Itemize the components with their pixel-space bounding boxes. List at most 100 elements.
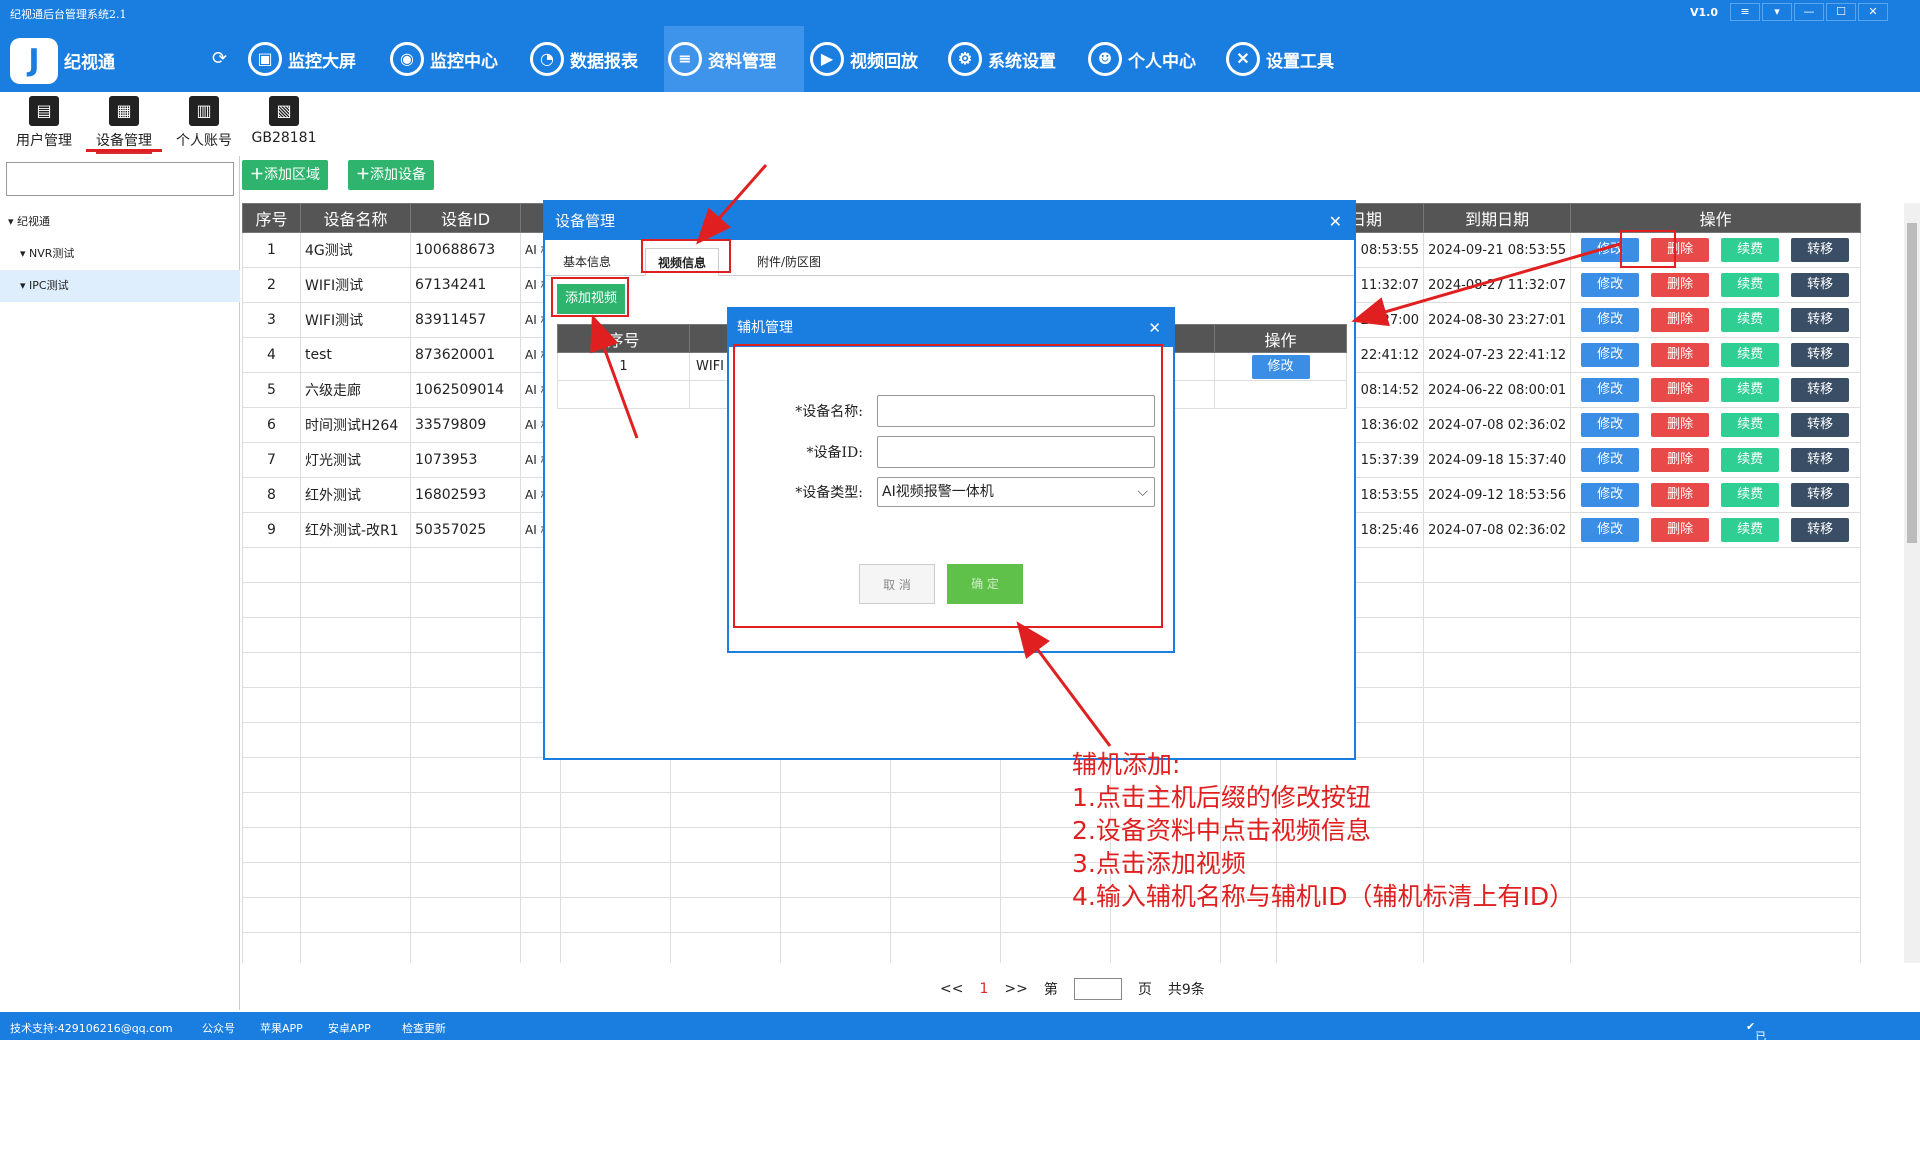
apple-app-link[interactable]: 苹果APP bbox=[260, 1020, 303, 1036]
pie-chart-icon: ◔ bbox=[530, 42, 564, 76]
user-management-icon: ▤ bbox=[29, 96, 59, 126]
app-name: 纪视通 bbox=[64, 53, 115, 73]
edit-button[interactable]: 修改 bbox=[1581, 343, 1640, 367]
transfer-button[interactable]: 转移 bbox=[1791, 273, 1850, 297]
minimize-button[interactable]: — bbox=[1794, 3, 1824, 21]
transfer-button[interactable]: 转移 bbox=[1791, 343, 1850, 367]
nav-video-playback[interactable]: ▶ 视频回放 bbox=[806, 26, 922, 92]
renew-button[interactable]: 续费 bbox=[1721, 448, 1780, 472]
tab-basic-info[interactable]: 基本信息 bbox=[551, 248, 623, 276]
delete-button[interactable]: 删除 bbox=[1651, 343, 1710, 367]
tab-personal-account[interactable]: ▥ 个人账号 bbox=[164, 92, 244, 156]
tab-user-management[interactable]: ▤ 用户管理 bbox=[4, 92, 84, 156]
maximize-button[interactable]: ☐ bbox=[1826, 3, 1856, 21]
cell-empty bbox=[780, 792, 891, 828]
transfer-button[interactable]: 转移 bbox=[1791, 378, 1850, 402]
cell-empty bbox=[300, 722, 411, 758]
cell-empty bbox=[242, 687, 301, 723]
wechat-link[interactable]: 公众号 bbox=[202, 1020, 235, 1036]
nav-system-settings[interactable]: ⚙ 系统设置 bbox=[944, 26, 1060, 92]
tree-node-ipc[interactable]: ▾ IPC测试 bbox=[0, 270, 240, 302]
cell-id: 1062509014 bbox=[410, 372, 521, 408]
delete-button[interactable]: 删除 bbox=[1651, 413, 1710, 437]
close-icon[interactable]: ✕ bbox=[1148, 319, 1161, 337]
video-edit-button[interactable]: 修改 bbox=[1251, 354, 1310, 379]
cell-empty bbox=[670, 897, 781, 933]
edit-button[interactable]: 修改 bbox=[1581, 273, 1640, 297]
refresh-icon[interactable]: ⟳ bbox=[212, 48, 227, 69]
play-icon: ▶ bbox=[810, 42, 844, 76]
cell-expires: 2024-07-23 22:41:12 bbox=[1423, 337, 1572, 373]
search-input[interactable] bbox=[6, 162, 234, 196]
nav-monitor-screen[interactable]: ▣ 监控大屏 bbox=[244, 26, 360, 92]
transfer-button[interactable]: 转移 bbox=[1791, 483, 1850, 507]
prev-page-button[interactable]: << bbox=[940, 981, 963, 997]
cell-name: 红外测试-改R1 bbox=[300, 512, 411, 548]
renew-button[interactable]: 续费 bbox=[1721, 483, 1780, 507]
renew-button[interactable]: 续费 bbox=[1721, 518, 1780, 542]
menu-button[interactable]: ≡ bbox=[1730, 3, 1760, 21]
nav-data-management[interactable]: ≡ 资料管理 bbox=[664, 26, 804, 92]
page-input[interactable] bbox=[1073, 978, 1122, 1000]
edit-button[interactable]: 修改 bbox=[1581, 448, 1640, 472]
renew-button[interactable]: 续费 bbox=[1721, 238, 1780, 262]
tree-node-root[interactable]: ▾ 纪视通 bbox=[0, 206, 240, 238]
edit-button[interactable]: 修改 bbox=[1581, 483, 1640, 507]
cell-empty bbox=[410, 827, 521, 863]
next-page-button[interactable]: >> bbox=[1004, 981, 1027, 997]
transfer-button[interactable]: 转移 bbox=[1791, 448, 1850, 472]
cell-no: 8 bbox=[242, 477, 301, 513]
annotation-line: 1.点击主机后缀的修改按钮 bbox=[1072, 783, 1371, 812]
edit-button[interactable]: 修改 bbox=[1581, 308, 1640, 332]
add-device-button[interactable]: ＋添加设备 bbox=[348, 160, 434, 190]
renew-button[interactable]: 续费 bbox=[1721, 413, 1780, 437]
nav-personal-center[interactable]: ☻ 个人中心 bbox=[1084, 26, 1200, 92]
close-window-button[interactable]: ✕ bbox=[1858, 3, 1888, 21]
delete-button[interactable]: 删除 bbox=[1651, 378, 1710, 402]
cell-empty bbox=[1423, 582, 1572, 618]
cell-id: 83911457 bbox=[410, 302, 521, 338]
tree-node-nvr[interactable]: ▾ NVR测试 bbox=[0, 238, 240, 270]
tab-gb28181[interactable]: ▧ GB28181 bbox=[244, 92, 324, 156]
transfer-button[interactable]: 转移 bbox=[1791, 308, 1850, 332]
current-page[interactable]: 1 bbox=[979, 981, 988, 997]
tab-device-management[interactable]: ▦ 设备管理 bbox=[84, 92, 164, 156]
transfer-button[interactable]: 转移 bbox=[1791, 518, 1850, 542]
annotation-box-video-tab bbox=[641, 239, 731, 273]
nav-monitor-center[interactable]: ◉ 监控中心 bbox=[386, 26, 502, 92]
cell-empty bbox=[1000, 932, 1111, 963]
nav-setup-tools[interactable]: ✕ 设置工具 bbox=[1222, 26, 1338, 92]
edit-button[interactable]: 修改 bbox=[1581, 413, 1640, 437]
annotation-line: 3.点击添加视频 bbox=[1072, 849, 1246, 878]
scrollbar-thumb[interactable] bbox=[1907, 223, 1917, 543]
aux-dialog-title: 辅机管理 bbox=[729, 309, 1173, 347]
cell-name: test bbox=[300, 337, 411, 373]
renew-button[interactable]: 续费 bbox=[1721, 378, 1780, 402]
nav-data-report[interactable]: ◔ 数据报表 bbox=[526, 26, 642, 92]
tab-attachment[interactable]: 附件/防区图 bbox=[745, 248, 833, 276]
add-area-button[interactable]: ＋添加区域 bbox=[242, 160, 328, 190]
delete-button[interactable]: 删除 bbox=[1651, 448, 1710, 472]
delete-button[interactable]: 删除 bbox=[1651, 308, 1710, 332]
dropdown-button[interactable]: ▾ bbox=[1762, 3, 1792, 21]
renew-button[interactable]: 续费 bbox=[1721, 273, 1780, 297]
vertical-scrollbar[interactable] bbox=[1904, 203, 1920, 963]
delete-button[interactable]: 删除 bbox=[1651, 518, 1710, 542]
edit-button[interactable]: 修改 bbox=[1581, 518, 1640, 542]
delete-button[interactable]: 删除 bbox=[1651, 483, 1710, 507]
cell-empty bbox=[242, 827, 301, 863]
transfer-button[interactable]: 转移 bbox=[1791, 413, 1850, 437]
edit-button[interactable]: 修改 bbox=[1581, 378, 1640, 402]
renew-button[interactable]: 续费 bbox=[1721, 308, 1780, 332]
check-update-link[interactable]: 检查更新 bbox=[402, 1020, 446, 1036]
delete-button[interactable]: 删除 bbox=[1651, 273, 1710, 297]
transfer-button[interactable]: 转移 bbox=[1791, 238, 1850, 262]
renew-button[interactable]: 续费 bbox=[1721, 343, 1780, 367]
annotation-box-form bbox=[733, 344, 1163, 628]
tools-icon: ✕ bbox=[1226, 42, 1260, 76]
android-app-link[interactable]: 安卓APP bbox=[328, 1020, 371, 1036]
close-icon[interactable]: ✕ bbox=[1329, 212, 1342, 231]
total-count: 共9条 bbox=[1167, 982, 1205, 998]
cell-empty bbox=[410, 582, 521, 618]
cell-empty bbox=[410, 687, 521, 723]
